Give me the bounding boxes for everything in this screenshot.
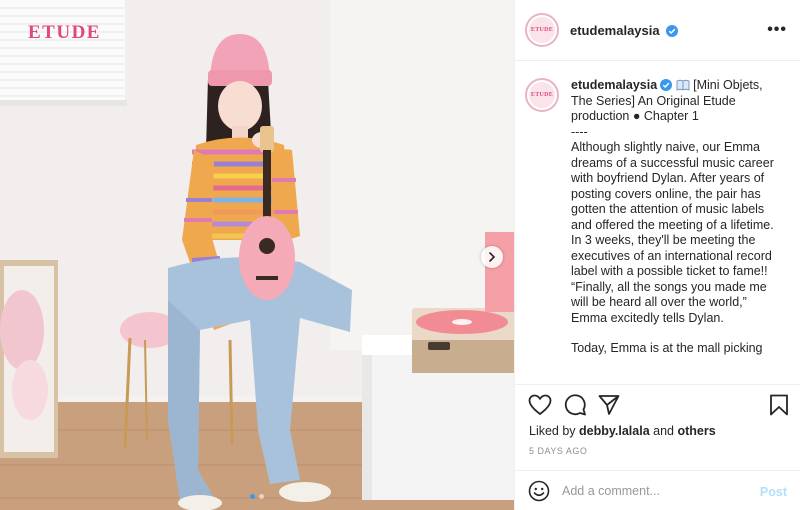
post-photo[interactable]: ETUDE [0,0,514,510]
header-username[interactable]: etudemalaysia [570,23,679,38]
post-comment-button[interactable]: Post [760,485,787,499]
caption-paragraph-2: Today, Emma is at the mall picking [571,341,763,355]
likes-others-link[interactable]: others [677,424,715,438]
chevron-right-icon [489,252,496,262]
caption-avatar[interactable]: ETUDE [525,78,559,112]
verified-badge-icon [666,24,679,37]
post-actions [515,384,800,426]
verified-badge-icon [660,79,673,91]
comment-input[interactable] [562,483,752,498]
carousel-indicator [0,494,514,499]
carousel-dot-2 [259,494,264,499]
header-username-text[interactable]: etudemalaysia [570,23,660,38]
caption-text: etudemalaysia [Mini Objets, The Series] … [571,78,781,384]
header-avatar[interactable]: ETUDE [525,13,559,47]
avatar-logo: ETUDE [529,17,555,43]
post-timestamp[interactable]: 5 DAYS AGO [529,446,587,456]
caption-username[interactable]: etudemalaysia [571,78,657,92]
open-book-icon [676,79,690,91]
carousel-dot-1 [250,494,255,499]
likes-line: Liked by debby.lalala and others [529,424,716,438]
post-side-panel: ETUDE etudemalaysia ••• ETUDE etudemalay… [514,0,800,510]
brand-logo: ETUDE [28,22,101,43]
likes-middle: and [649,424,678,438]
comment-icon[interactable] [564,394,586,416]
carousel-next-button[interactable] [481,246,503,268]
instagram-post: ETUDE ETUDE etudemalaysia ••• ETUDE etud… [0,0,800,510]
liked-by-user[interactable]: debby.lalala [579,424,650,438]
share-icon[interactable] [598,394,620,416]
comment-box: Post [515,470,800,510]
more-options-icon[interactable]: ••• [767,22,787,38]
likes-prefix: Liked by [529,424,580,438]
caption-paragraph-1: [Mini Objets, The Series] An Original Et… [571,78,774,325]
heart-icon[interactable] [528,394,552,416]
photo-scene [0,0,514,510]
avatar-logo: ETUDE [529,82,555,108]
emoji-icon[interactable] [528,480,550,502]
post-header: ETUDE etudemalaysia ••• [515,0,800,61]
bookmark-icon[interactable] [769,394,789,416]
caption-section: ETUDE etudemalaysia [Mini Objets, The Se… [515,62,800,384]
